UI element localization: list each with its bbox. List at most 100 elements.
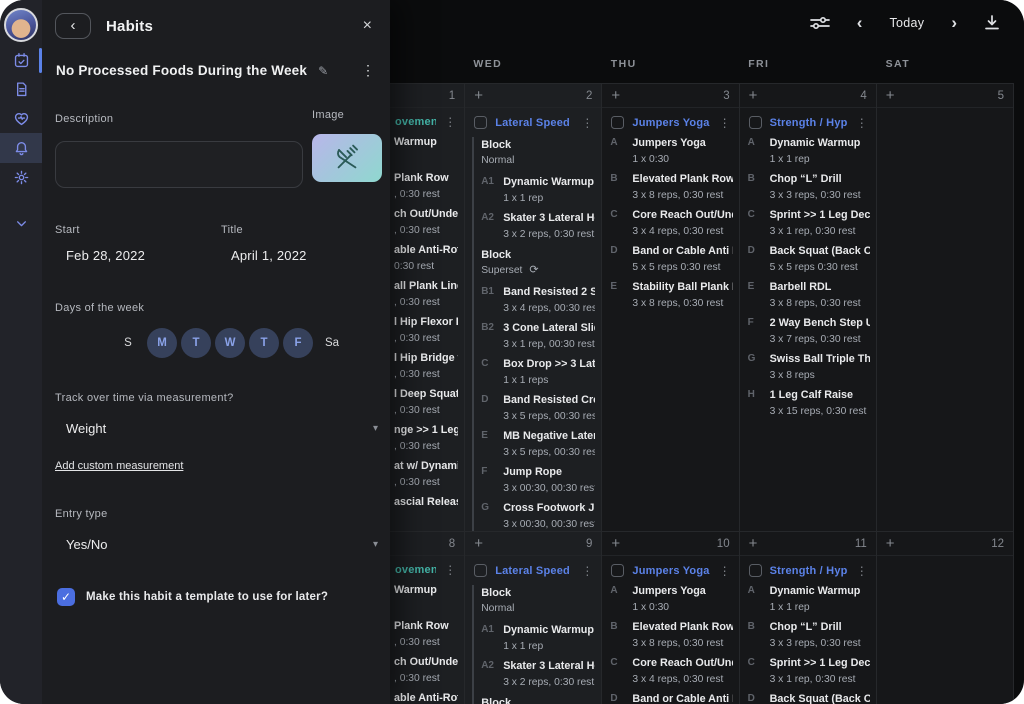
exercise-row[interactable]: CSprint >> 1 Leg Declarations3 x 1 rep, … — [748, 208, 870, 239]
workout-menu-icon[interactable]: ⋮ — [856, 565, 868, 577]
back-button[interactable]: ‹ — [55, 13, 91, 39]
exercise-row[interactable]: BChop “L” Drill3 x 3 reps, 0:30 rest — [748, 172, 870, 203]
add-workout-button[interactable]: + — [749, 535, 758, 552]
exercise-row[interactable]: ch Out/Under, 0:30 rest — [394, 655, 458, 686]
exercise-row[interactable]: CBox Drop >> 3 Lateral H...1 x 1 reps — [481, 357, 595, 388]
description-input[interactable] — [55, 141, 303, 188]
workout-title[interactable]: ovement Q... — [395, 116, 436, 128]
sidebar-item-more[interactable] — [0, 209, 42, 238]
exercise-row[interactable]: Plank Row, 0:30 rest — [394, 619, 458, 650]
add-workout-button[interactable]: + — [611, 535, 620, 552]
exercise-row[interactable]: able Anti-Rotati... — [394, 691, 458, 704]
day-toggle-m[interactable]: M — [147, 328, 177, 358]
workout-checkbox[interactable] — [749, 564, 762, 577]
sidebar-item-reminders[interactable] — [0, 133, 42, 163]
workout-menu-icon[interactable]: ⋮ — [581, 117, 593, 129]
template-checkbox[interactable]: ✓ — [57, 588, 75, 606]
entry-type-dropdown[interactable]: Yes/No ▾ — [66, 537, 378, 552]
workout-title[interactable]: Jumpers Yoga / Core — [632, 117, 710, 129]
exercise-row[interactable]: BElevated Plank Row3 x 8 reps, 0:30 rest — [610, 172, 732, 203]
sidebar-item-settings[interactable] — [0, 163, 42, 192]
workout-title[interactable]: ovement Q... — [395, 564, 436, 576]
exercise-row[interactable]: all Plank Linear ..., 0:30 rest — [394, 279, 458, 310]
end-date-value[interactable]: April 1, 2022 — [231, 248, 307, 263]
edit-pencil-icon[interactable]: ✎ — [318, 64, 328, 78]
add-workout-button[interactable]: + — [474, 535, 483, 552]
exercise-row[interactable]: A2Skater 3 Lateral Hops >> ...3 x 2 reps… — [481, 659, 595, 690]
prev-week-button[interactable]: ‹ — [857, 13, 863, 33]
exercise-row[interactable]: BElevated Plank Row3 x 8 reps, 0:30 rest — [610, 620, 732, 651]
exercise-row[interactable]: ADynamic Warmup1 x 1 rep — [748, 136, 870, 167]
add-custom-measurement-link[interactable]: Add custom measurement — [55, 460, 183, 472]
exercise-row[interactable]: DBand or Cable Anti Rotati... — [610, 692, 732, 704]
exercise-row[interactable]: ch Out/Under, 0:30 rest — [394, 207, 458, 238]
workout-menu-icon[interactable]: ⋮ — [856, 117, 868, 129]
exercise-row[interactable]: B1Band Resisted 2 Step Late...3 x 4 reps… — [481, 285, 595, 316]
day-toggle-f[interactable]: F — [283, 328, 313, 358]
workout-menu-icon[interactable]: ⋮ — [719, 565, 731, 577]
filter-sliders-icon[interactable] — [810, 16, 830, 30]
today-button[interactable]: Today — [889, 16, 924, 30]
day-toggle-w[interactable]: W — [215, 328, 245, 358]
exercise-row[interactable]: A2Skater 3 Lateral Hops >> ...3 x 2 reps… — [481, 211, 595, 242]
exercise-row[interactable]: A1Dynamic Warmup1 x 1 rep — [481, 175, 595, 206]
exercise-row[interactable]: DBack Squat (Back Off Set) — [748, 692, 870, 704]
workout-title[interactable]: Strength / Hypertro... — [770, 117, 848, 129]
exercise-row[interactable]: CSprint >> 1 Leg Declarations3 x 1 rep, … — [748, 656, 870, 687]
exercise-row[interactable]: DBand Resisted Crossover...3 x 5 reps, 0… — [481, 393, 595, 424]
exercise-row[interactable]: EStability Ball Plank Linear ...3 x 8 re… — [610, 280, 732, 311]
exercise-row[interactable]: A1Dynamic Warmup1 x 1 rep — [481, 623, 595, 654]
sidebar-item-documents[interactable] — [0, 75, 42, 104]
workout-menu-icon[interactable]: ⋮ — [581, 565, 593, 577]
day-toggle-sa[interactable]: Sa — [317, 328, 347, 358]
exercise-row[interactable]: AJumpers Yoga1 x 0:30 — [610, 136, 732, 167]
exercise-row[interactable]: ADynamic Warmup1 x 1 rep — [748, 584, 870, 615]
workout-checkbox[interactable] — [474, 116, 487, 129]
workout-menu-icon[interactable]: ⋮ — [444, 564, 456, 576]
add-workout-button[interactable]: + — [886, 87, 895, 104]
add-workout-button[interactable]: + — [611, 87, 620, 104]
exercise-row[interactable]: CCore Reach Out/Under3 x 4 reps, 0:30 re… — [610, 656, 732, 687]
exercise-row[interactable]: able Anti-Rotati...0:30 rest — [394, 243, 458, 274]
exercise-row[interactable]: F2 Way Bench Step Up3 x 7 reps, 0:30 res… — [748, 316, 870, 347]
exercise-row[interactable]: Warmup — [394, 583, 458, 614]
exercise-row[interactable]: l Hip Bridge w/ ..., 0:30 rest — [394, 351, 458, 382]
sidebar-item-calendar[interactable] — [0, 46, 42, 75]
exercise-row[interactable]: Warmup — [394, 135, 458, 166]
workout-checkbox[interactable] — [474, 564, 487, 577]
exercise-row[interactable]: B23 Cone Lateral Slide3 x 1 rep, 00:30 r… — [481, 321, 595, 352]
workout-title[interactable]: Lateral Speed / Plyo — [495, 565, 573, 577]
workout-title[interactable]: Lateral Speed / Plyo — [495, 117, 573, 129]
habit-image[interactable] — [312, 134, 382, 182]
workout-title[interactable]: Strength / Hypertro... — [770, 565, 848, 577]
exercise-row[interactable]: ascial Release C... — [394, 495, 458, 526]
sidebar-item-health[interactable] — [0, 104, 42, 133]
workout-checkbox[interactable] — [749, 116, 762, 129]
workout-menu-icon[interactable]: ⋮ — [719, 117, 731, 129]
template-checkbox-row[interactable]: ✓ Make this habit a template to use for … — [57, 588, 390, 606]
exercise-row[interactable]: nge >> 1 Leg St..., 0:30 rest — [394, 423, 458, 454]
next-week-button[interactable]: › — [951, 13, 957, 33]
exercise-row[interactable]: BChop “L” Drill3 x 3 reps, 0:30 rest — [748, 620, 870, 651]
exercise-row[interactable]: l Hip Flexor Rais..., 0:30 rest — [394, 315, 458, 346]
measurement-dropdown[interactable]: Weight ▾ — [66, 421, 378, 436]
day-toggle-t[interactable]: T — [181, 328, 211, 358]
workout-checkbox[interactable] — [611, 116, 624, 129]
workout-checkbox[interactable] — [611, 564, 624, 577]
add-workout-button[interactable]: + — [886, 535, 895, 552]
day-toggle-t[interactable]: T — [249, 328, 279, 358]
exercise-row[interactable]: EMB Negative Lateral Hop...3 x 5 reps, 0… — [481, 429, 595, 460]
exercise-row[interactable]: CCore Reach Out/Under3 x 4 reps, 0:30 re… — [610, 208, 732, 239]
download-icon[interactable] — [984, 14, 1000, 31]
workout-title[interactable]: Jumpers Yoga / Core — [632, 565, 710, 577]
exercise-row[interactable]: FJump Rope3 x 00:30, 00:30 rest — [481, 465, 595, 496]
exercise-row[interactable]: Plank Row, 0:30 rest — [394, 171, 458, 202]
exercise-row[interactable]: l Deep Squat Mo..., 0:30 rest — [394, 387, 458, 418]
exercise-row[interactable]: EBarbell RDL3 x 8 reps, 0:30 rest — [748, 280, 870, 311]
exercise-row[interactable]: GSwiss Ball Triple Threat3 x 8 reps — [748, 352, 870, 383]
exercise-row[interactable]: H1 Leg Calf Raise3 x 15 reps, 0:30 rest — [748, 388, 870, 419]
avatar[interactable] — [4, 8, 38, 42]
workout-menu-icon[interactable]: ⋮ — [444, 116, 456, 128]
day-toggle-s[interactable]: S — [113, 328, 143, 358]
close-icon[interactable]: × — [363, 17, 372, 35]
